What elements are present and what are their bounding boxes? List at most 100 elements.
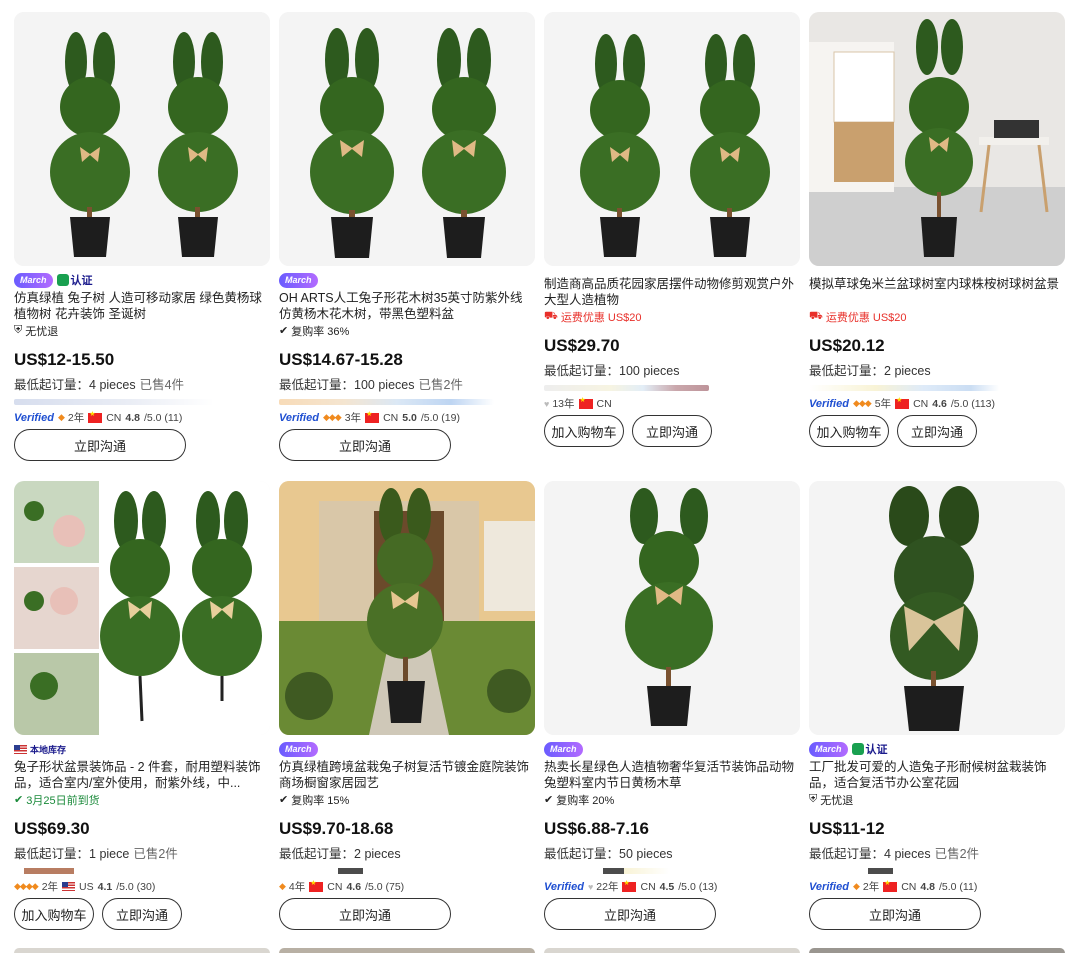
- badge-row: March: [279, 741, 535, 757]
- supplier-name-blurred: [14, 399, 214, 405]
- china-flag-icon: [578, 396, 593, 409]
- supplier-name-blurred: [14, 868, 214, 874]
- product-title[interactable]: 模拟草球兔米兰盆球树室内球株桉树球树盆景: [809, 276, 1065, 308]
- product-card[interactable]: March OH ARTS人工兔子形花木树35英寸防紫外线仿黄杨木花木树，带黑色…: [279, 12, 535, 461]
- product-title[interactable]: 制造商高品质花园家居摆件动物修剪观赏户外大型人造植物: [544, 276, 800, 308]
- product-meta: ⛟ 运费优惠 US$20: [544, 309, 642, 324]
- product-card[interactable]: March 仿真绿植跨境盆栽兔子树复活节镀金庭院装饰商场橱窗家居园艺 ✔ 复购率 …: [279, 481, 535, 930]
- product-title[interactable]: OH ARTS人工兔子形花木树35英寸防紫外线仿黄杨木花木树，带黑色塑料盆: [279, 290, 535, 322]
- diamond-icon: ♥: [587, 881, 593, 892]
- add-to-cart-button[interactable]: 加入购物车: [544, 415, 624, 447]
- product-image[interactable]: [544, 12, 800, 266]
- diamond-icon: ◆◆◆◆: [14, 881, 39, 891]
- product-title[interactable]: 仿真绿植跨境盆栽兔子树复活节镀金庭院装饰商场橱窗家居园艺: [279, 759, 535, 791]
- verified-label: Verified: [809, 397, 849, 410]
- product-price: US$69.30: [14, 819, 90, 838]
- supplier-info[interactable]: Verified ◆ 2年 CN 4.8/5.0 (11): [14, 399, 270, 424]
- chat-now-button[interactable]: 立即沟通: [279, 898, 451, 930]
- moq: 最低起订量：4 pieces 已售2件: [809, 847, 980, 861]
- green-check-icon: ✔: [14, 794, 24, 806]
- topiary-collage-image: [14, 481, 270, 735]
- product-title[interactable]: 热卖长星绿色人造植物奢华复活节装饰品动物兔塑料室内节日黄杨木草: [544, 759, 800, 791]
- us-flag-icon: [62, 882, 76, 891]
- supplier-name-blurred: [809, 385, 999, 391]
- product-title[interactable]: 兔子形状盆景装饰品 - 2 件套，耐用塑料装饰品，适合室内/室外使用，耐紫外线，…: [14, 759, 270, 791]
- product-image[interactable]: [279, 12, 535, 266]
- product-title[interactable]: 仿真绿植 兔子树 人造可移动家居 绿色黄杨球 植物树 花卉装饰 圣诞树: [14, 290, 270, 322]
- sold-count: 已售2件: [133, 847, 178, 861]
- supplier-info[interactable]: ◆◆◆◆ 2年 US 4.1/5.0 (30): [14, 868, 270, 893]
- supplier-info[interactable]: Verified ♥ 22年 CN 4.5/5.0 (13): [544, 868, 800, 893]
- chat-now-button[interactable]: 立即沟通: [279, 429, 451, 461]
- product-card[interactable]: 本地库存 兔子形状盆景装饰品 - 2 件套，耐用塑料装饰品，适合室内/室外使用，…: [14, 481, 270, 930]
- diamond-icon: ◆◆◆: [322, 412, 342, 422]
- verified-label: Verified: [809, 880, 849, 893]
- sold-count: 已售2件: [418, 378, 463, 392]
- product-image[interactable]: [14, 12, 270, 266]
- chat-now-button[interactable]: 立即沟通: [632, 415, 712, 447]
- supplier-info[interactable]: Verified ◆ 2年 CN 4.8/5.0 (11): [809, 868, 1065, 893]
- chat-now-button[interactable]: 立即沟通: [544, 898, 716, 930]
- china-flag-icon: [883, 879, 898, 892]
- supplier-info[interactable]: ◆ 4年 CN 4.6/5.0 (75): [279, 868, 535, 893]
- moq: 最低起订量：2 pieces: [809, 364, 931, 378]
- supplier-name-blurred: [544, 868, 754, 874]
- sold-count: 已售2件: [934, 847, 980, 861]
- cert-label: 认证: [70, 275, 93, 287]
- us-flag-icon: [14, 744, 27, 754]
- supplier-info[interactable]: ♥ 13年 CN: [544, 385, 800, 410]
- shield-check-icon: ⛨: [14, 324, 23, 336]
- topiary-single-image: [544, 481, 800, 735]
- cert-label: 认证: [865, 744, 888, 756]
- product-meta: ⛨ 无忧退: [809, 793, 854, 807]
- product-meta: ⛨ 无忧退: [14, 324, 59, 338]
- march-badge: March: [809, 741, 848, 757]
- topiary-yard-image: [279, 481, 535, 735]
- moq: 最低起订量：100 pieces 已售2件: [279, 378, 463, 392]
- badge-row: March 认证: [809, 741, 1065, 757]
- add-to-cart-button[interactable]: 加入购物车: [14, 898, 94, 930]
- supplier-name-blurred: [279, 399, 494, 405]
- moq: 最低起订量：50 pieces: [544, 847, 673, 861]
- badge-row: March: [279, 272, 535, 288]
- product-price: US$11-12: [809, 819, 885, 838]
- product-card[interactable]: March 热卖长星绿色人造植物奢华复活节装饰品动物兔塑料室内节日黄杨木草 ✔ 复…: [544, 481, 800, 930]
- product-card[interactable]: March 认证 工厂批发可爱的人造兔子形耐候树盆栽装饰品，适合复活节办公室花园…: [809, 481, 1065, 930]
- china-flag-icon: [309, 879, 324, 892]
- product-meta: ✔ 复购率 20%: [544, 794, 615, 807]
- local-stock-badge: 本地库存: [14, 743, 66, 756]
- verified-label: Verified: [544, 880, 584, 893]
- add-to-cart-button[interactable]: 加入购物车: [809, 415, 889, 447]
- next-row-image-peek: [809, 948, 1065, 953]
- chat-now-button[interactable]: 立即沟通: [102, 898, 182, 930]
- product-price: US$9.70-18.68: [279, 819, 394, 838]
- moq: 最低起订量：1 piece 已售2件: [14, 847, 178, 861]
- topiary-single-image: [809, 481, 1065, 735]
- product-card[interactable]: 模拟草球兔米兰盆球树室内球株桉树球树盆景 ⛟ 运费优惠 US$20 US$20.1…: [809, 12, 1065, 447]
- product-image[interactable]: [809, 481, 1065, 735]
- chat-now-button[interactable]: 立即沟通: [809, 898, 981, 930]
- product-image[interactable]: [14, 481, 270, 735]
- chat-now-button[interactable]: 立即沟通: [14, 429, 186, 461]
- supplier-info[interactable]: Verified ◆◆◆ 3年 CN 5.0/5.0 (19): [279, 399, 535, 424]
- china-flag-icon: [88, 410, 103, 423]
- product-image[interactable]: [544, 481, 800, 735]
- product-price: US$12-15.50: [14, 350, 115, 369]
- product-image[interactable]: [809, 12, 1065, 266]
- product-meta: ⛟ 运费优惠 US$20: [809, 309, 907, 324]
- chat-now-button[interactable]: 立即沟通: [897, 415, 977, 447]
- product-image[interactable]: [279, 481, 535, 735]
- product-meta: ✔ 复购率 15%: [279, 794, 350, 807]
- leaf-cert-icon: [851, 743, 864, 755]
- badge-row: March: [544, 741, 800, 757]
- diamond-icon: ◆: [852, 881, 860, 891]
- product-card[interactable]: 制造商高品质花园家居摆件动物修剪观赏户外大型人造植物 ⛟ 运费优惠 US$20 U…: [544, 12, 800, 447]
- topiary-twin-image: [544, 12, 800, 266]
- cert-badge: 认证: [851, 741, 888, 757]
- product-title[interactable]: 工厂批发可爱的人造兔子形耐候树盆栽装饰品，适合复活节办公室花园: [809, 759, 1065, 791]
- moq: 最低起订量：4 pieces 已售4件: [14, 378, 185, 392]
- china-flag-icon: [895, 396, 910, 409]
- supplier-info[interactable]: Verified ◆◆◆ 5年 CN 4.6/5.0 (113): [809, 385, 1065, 410]
- product-card[interactable]: March 认证 仿真绿植 兔子树 人造可移动家居 绿色黄杨球 植物树 花卉装饰…: [14, 12, 270, 461]
- badge-row: March 认证: [14, 272, 270, 288]
